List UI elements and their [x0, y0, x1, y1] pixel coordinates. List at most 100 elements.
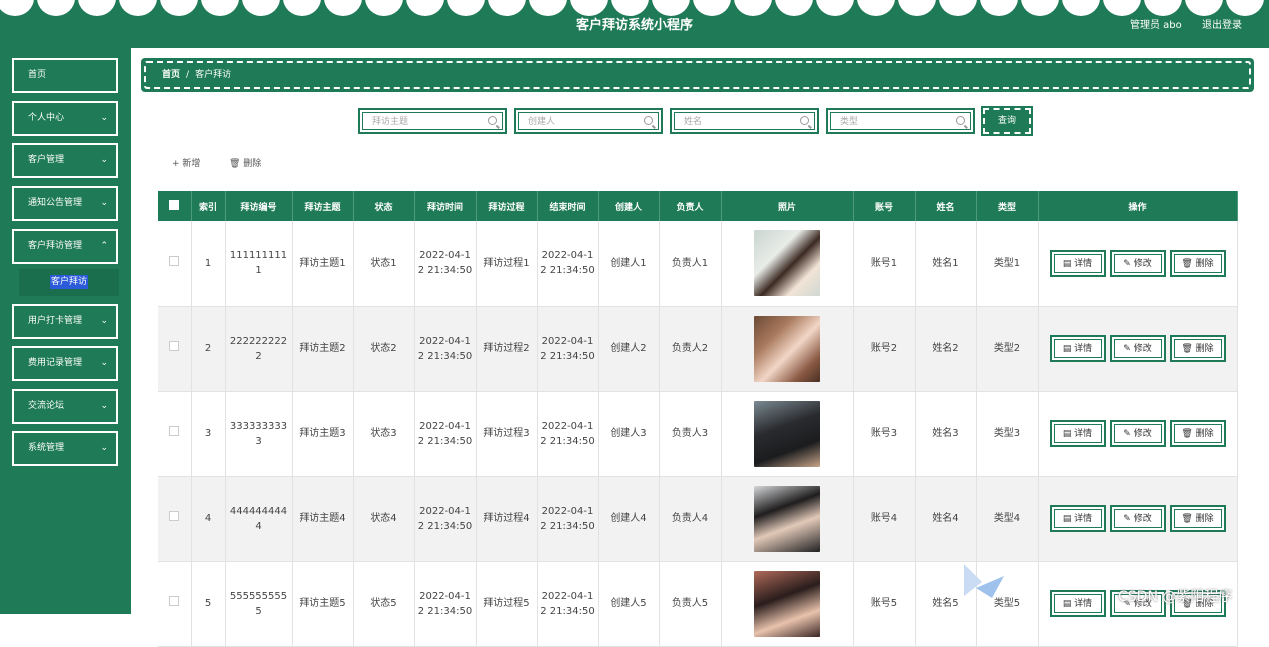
sidebar-item-label: 用户打卡管理 [28, 316, 83, 326]
column-header: 结束时间 [537, 191, 599, 221]
search-creator-field[interactable] [514, 108, 663, 134]
cell-code: 333333333 3 [225, 391, 293, 477]
cell-creator: 创建人1 [598, 221, 660, 307]
cell-code: 444444444 4 [225, 476, 293, 562]
search-creator-input[interactable] [528, 113, 648, 131]
sidebar-item-label: 个人中心 [28, 113, 65, 123]
search-icon [644, 116, 653, 125]
cell-visit-time: 2022-04-1 2 21:34:50 [414, 306, 477, 392]
table-row[interactable]: 5 555555555 5 拜访主题5 状态5 2022-04-1 2 21:34:50… [158, 561, 1238, 647]
sidebar-item[interactable]: 个人中心 ⌄ [12, 101, 118, 136]
app-header: 客户拜访系统小程序 管理员 abo 退出登录 [0, 0, 1269, 48]
cell-photo [721, 391, 854, 477]
cell-owner: 负责人5 [659, 561, 722, 647]
row-checkbox[interactable] [169, 255, 180, 266]
row-select-cell[interactable] [158, 221, 192, 307]
search-topic-field[interactable] [358, 108, 507, 134]
detail-button[interactable]: ▤ 详情 [1049, 420, 1106, 447]
cell-owner: 负责人3 [659, 391, 722, 477]
row-select-cell[interactable] [158, 306, 192, 392]
cell-end-time: 2022-04-1 2 21:34:50 [537, 561, 599, 647]
sidebar-item[interactable]: 首页 [12, 58, 118, 93]
portrait-photo [754, 230, 820, 297]
search-type-field[interactable] [826, 108, 975, 134]
sidebar-item-label: 首页 [28, 70, 47, 80]
sidebar-item[interactable]: 客户管理 ⌄ [12, 143, 118, 178]
cell-code: 555555555 5 [225, 561, 293, 647]
delete-button[interactable]: 🗑 删除 [1169, 505, 1226, 532]
search-name-input[interactable] [684, 113, 804, 131]
detail-button[interactable]: ▤ 详情 [1049, 249, 1106, 277]
table-row[interactable]: 1 111111111 1 拜访主题1 状态1 2022-04-1 2 21:34:50… [158, 221, 1238, 307]
sidebar-item[interactable]: 通知公告管理 ⌄ [12, 186, 118, 221]
cell-end-time: 2022-04-1 2 21:34:50 [537, 391, 599, 477]
row-checkbox[interactable] [169, 596, 180, 606]
row-select-cell[interactable] [158, 391, 192, 477]
cell-photo [721, 561, 854, 647]
checkbox-icon[interactable] [169, 199, 180, 210]
row-checkbox[interactable] [169, 511, 180, 521]
select-all-checkbox[interactable] [158, 191, 192, 221]
detail-button[interactable]: ▤ 详情 [1049, 505, 1106, 532]
watermark-text: CSDN @紫阳程序 [1118, 589, 1233, 605]
table-row[interactable]: 3 333333333 3 拜访主题3 状态3 2022-04-1 2 21:34:50… [158, 391, 1238, 477]
table-body: 1 111111111 1 拜访主题1 状态1 2022-04-1 2 21:34:50… [158, 221, 1238, 647]
sidebar-subitem-customer-visit[interactable]: 客户拜访 [19, 269, 119, 296]
sidebar-item-label: 客户管理 [28, 155, 65, 165]
query-button[interactable]: 查询 [981, 106, 1033, 136]
sidebar-item[interactable]: 系统管理 ⌄ [12, 431, 118, 466]
search-name-field[interactable] [670, 108, 819, 134]
cell-topic: 拜访主题3 [292, 391, 354, 477]
cell-process: 拜访过程5 [476, 561, 538, 647]
cell-actions: ▤ 详情 ✎ 修改 🗑 删除 [1038, 391, 1238, 477]
cell-name: 姓名1 [915, 221, 977, 307]
sidebar-item[interactable]: 交流论坛 ⌄ [12, 389, 118, 424]
edit-button[interactable]: ✎ 修改 [1109, 249, 1166, 277]
edit-button[interactable]: ✎ 修改 [1109, 505, 1166, 532]
search-type-input[interactable] [840, 113, 960, 131]
search-topic-input[interactable] [372, 113, 492, 131]
column-header: 姓名 [915, 191, 977, 221]
row-checkbox[interactable] [169, 426, 180, 436]
cell-type: 类型1 [976, 221, 1039, 307]
cell-process: 拜访过程3 [476, 391, 538, 477]
sidebar-item[interactable]: 客户拜访管理 ⌃ [12, 229, 118, 264]
delete-button[interactable]: 🗑 删除 [1169, 420, 1226, 447]
column-header: 拜访时间 [414, 191, 477, 221]
edit-button-label: ✎ 修改 [1113, 339, 1162, 358]
table-row[interactable]: 2 222222222 2 拜访主题2 状态2 2022-04-1 2 21:34:50… [158, 306, 1238, 392]
detail-button-label: ▤ 详情 [1053, 339, 1102, 358]
cell-index: 3 [191, 391, 226, 477]
cell-process: 拜访过程2 [476, 306, 538, 392]
cell-account: 账号3 [853, 391, 916, 477]
row-select-cell[interactable] [158, 561, 192, 647]
cell-name: 姓名2 [915, 306, 977, 392]
cell-type: 类型3 [976, 391, 1039, 477]
cell-type: 类型4 [976, 476, 1039, 562]
cell-owner: 负责人4 [659, 476, 722, 562]
sidebar-item[interactable]: 用户打卡管理 ⌄ [12, 304, 118, 339]
breadcrumb-home[interactable]: 首页 [162, 70, 180, 80]
search-icon [488, 116, 497, 125]
delete-button-label: 🗑 删除 [1173, 339, 1222, 358]
detail-button[interactable]: ▤ 详情 [1049, 590, 1106, 617]
table-row[interactable]: 4 444444444 4 拜访主题4 状态4 2022-04-1 2 21:34:50… [158, 476, 1238, 562]
breadcrumb-separator: / [186, 70, 190, 80]
batch-delete-button[interactable]: 🗑 删除 [229, 156, 261, 169]
chevron-icon: ⌄ [100, 155, 108, 165]
edit-button[interactable]: ✎ 修改 [1109, 420, 1166, 447]
visit-table: 索引 拜访编号 拜访主题 状态 拜访时间 拜访过程 结束时间 创建人 负责人 照片 账号 姓名 类型 操作… [158, 191, 1238, 647]
sidebar-item-label: 通知公告管理 [28, 198, 83, 208]
edit-button[interactable]: ✎ 修改 [1109, 335, 1166, 362]
delete-button[interactable]: 🗑 删除 [1169, 249, 1226, 277]
sidebar-item[interactable]: 费用记录管理 ⌄ [12, 346, 118, 381]
row-checkbox[interactable] [169, 341, 180, 351]
detail-button[interactable]: ▤ 详情 [1049, 335, 1106, 362]
row-select-cell[interactable] [158, 476, 192, 562]
cell-topic: 拜访主题1 [292, 221, 354, 307]
cell-photo [721, 476, 854, 562]
logout-link[interactable]: 退出登录 [1202, 16, 1242, 31]
chevron-icon: ⌃ [100, 241, 108, 251]
add-button[interactable]: + 新增 [172, 156, 200, 169]
delete-button[interactable]: 🗑 删除 [1169, 335, 1226, 362]
